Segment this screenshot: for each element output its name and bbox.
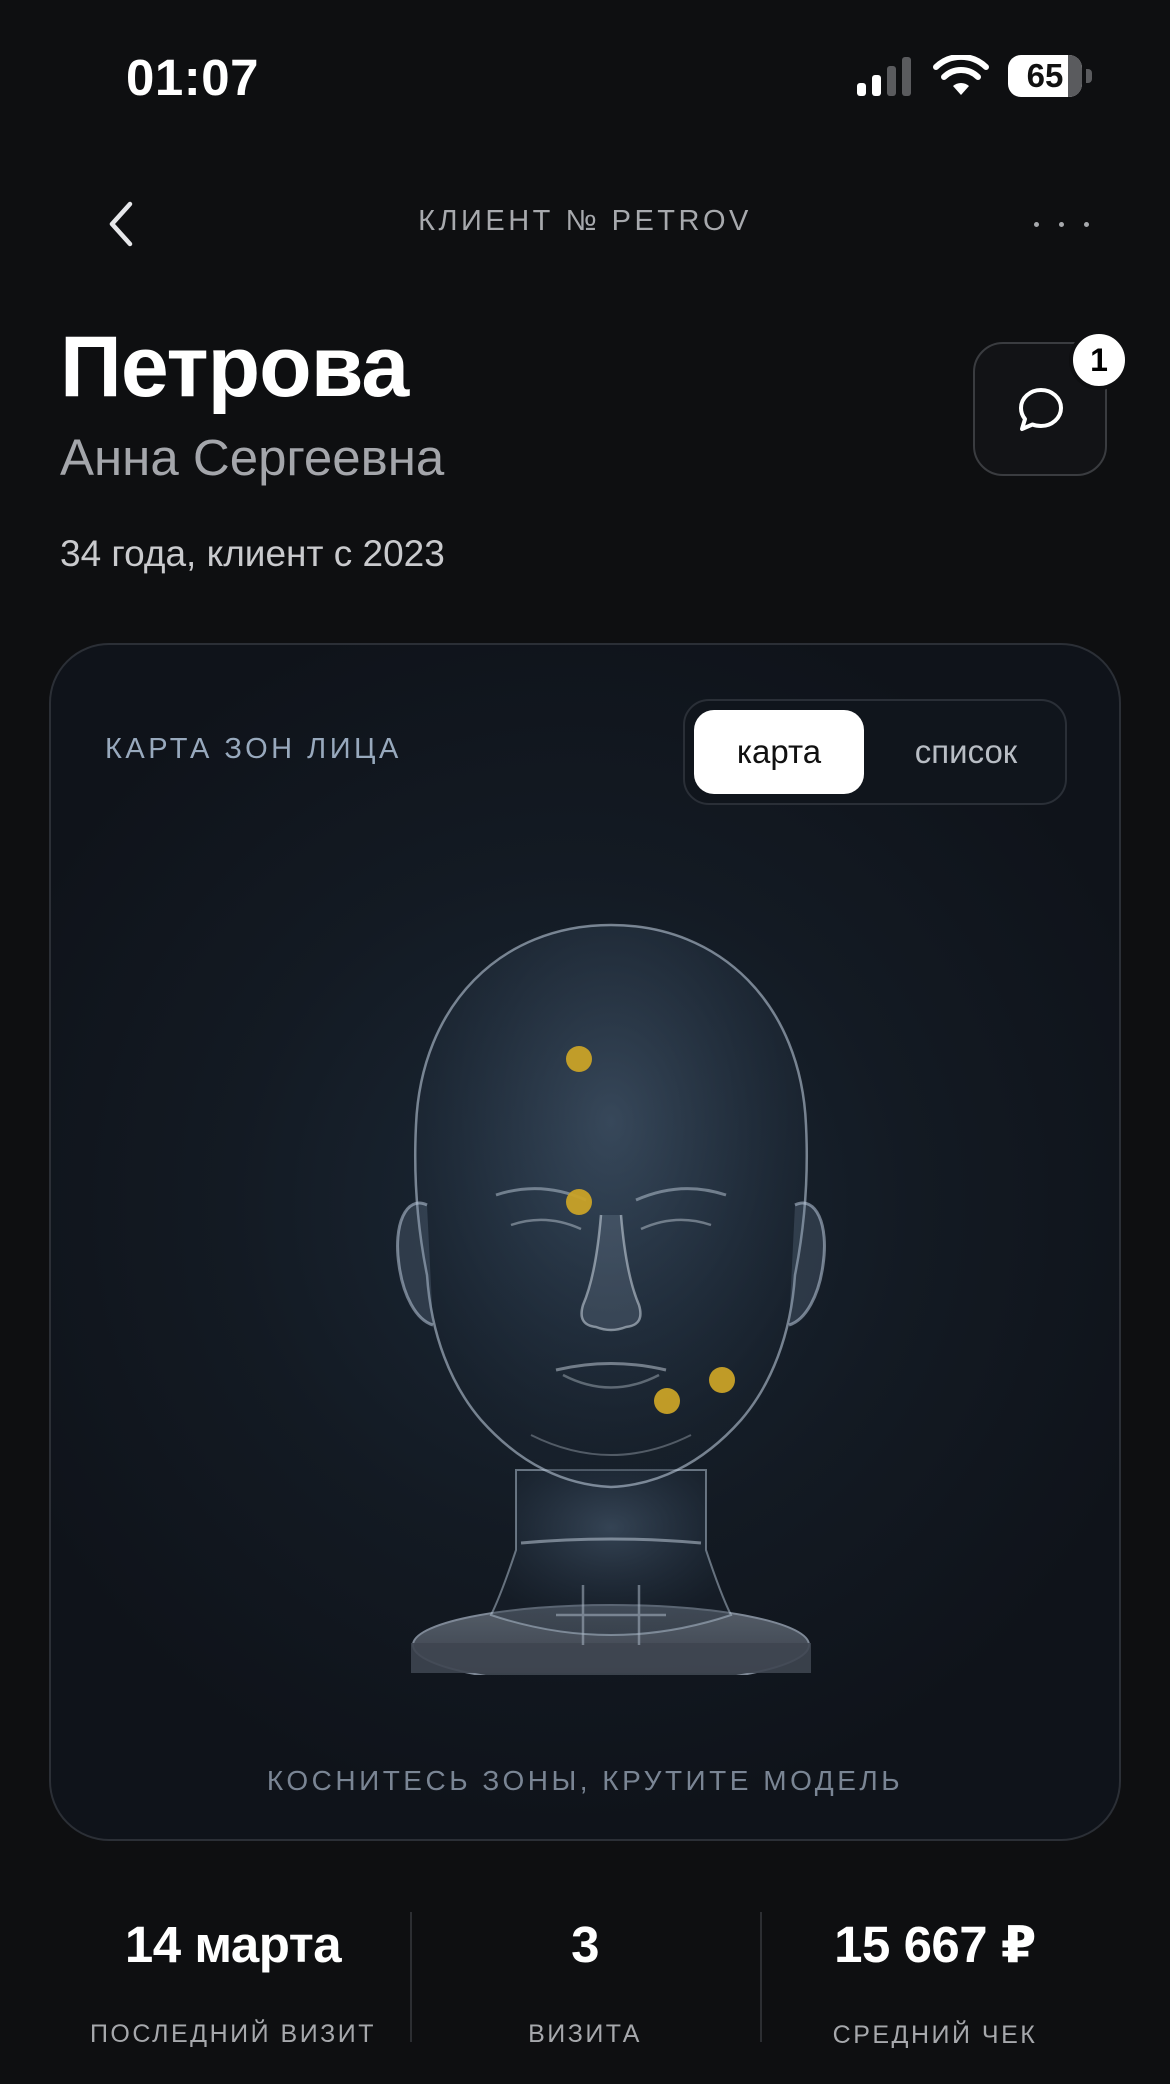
stat-average-check-label: СРЕДНИЙ ЧЕК: [832, 2021, 1038, 2049]
status-time: 01:07: [126, 49, 259, 106]
head-model[interactable]: [351, 895, 871, 1675]
client-last-name: Петрова: [60, 319, 409, 415]
stat-visits: 3 ВИЗИТА: [420, 1915, 750, 2049]
toggle-list-button[interactable]: список: [881, 710, 1051, 794]
stat-last-visit-label: ПОСЛЕДНИЙ ВИЗИТ: [89, 2020, 377, 2048]
face-map-card: КАРТА ЗОН ЛИЦА карта список КОСНИТЕСЬ ЗО…: [49, 643, 1121, 1841]
stat-last-visit-value: 14 марта: [124, 1916, 342, 1973]
toggle-map-button[interactable]: карта: [694, 710, 864, 794]
more-dots-icon[interactable]: [1022, 200, 1102, 250]
stat-average-check-value: 15 667 ₽: [834, 1916, 1036, 1973]
chat-bubble-icon: [1019, 388, 1063, 431]
face-map-hint: КОСНИТЕСЬ ЗОНЫ, КРУТИТЕ МОДЕЛЬ: [266, 1765, 904, 1796]
stat-visits-value: 3: [571, 1916, 599, 1973]
cellular-signal-icon: [857, 57, 911, 96]
stat-average-check: 15 667 ₽ СРЕДНИЙ ЧЕК: [770, 1915, 1100, 2050]
face-map-title: КАРТА ЗОН ЛИЦА: [105, 733, 402, 765]
stats-divider: [760, 1912, 762, 2042]
header-title: КЛИЕНТ № PETROV: [418, 205, 752, 237]
chat-unread-badge: 1: [1069, 330, 1129, 390]
zone-marker-forehead[interactable]: [566, 1046, 592, 1072]
zone-marker-cheek-left[interactable]: [654, 1388, 680, 1414]
wifi-icon: [933, 55, 989, 95]
stats-divider: [410, 1912, 412, 2042]
battery-level: 65: [1026, 57, 1064, 94]
zone-marker-cheek-right[interactable]: [709, 1367, 735, 1393]
client-details: 34 года, клиент с 2023: [60, 533, 445, 574]
stat-last-visit: 14 марта ПОСЛЕДНИЙ ВИЗИТ: [68, 1915, 398, 2049]
stat-visits-label: ВИЗИТА: [528, 2020, 642, 2048]
client-first-name: Анна Сергеевна: [60, 429, 445, 486]
view-toggle: карта список: [683, 699, 1067, 805]
back-chevron-icon[interactable]: [96, 196, 146, 252]
zone-marker-glabella[interactable]: [566, 1189, 592, 1215]
battery-icon: 65: [1008, 55, 1092, 97]
